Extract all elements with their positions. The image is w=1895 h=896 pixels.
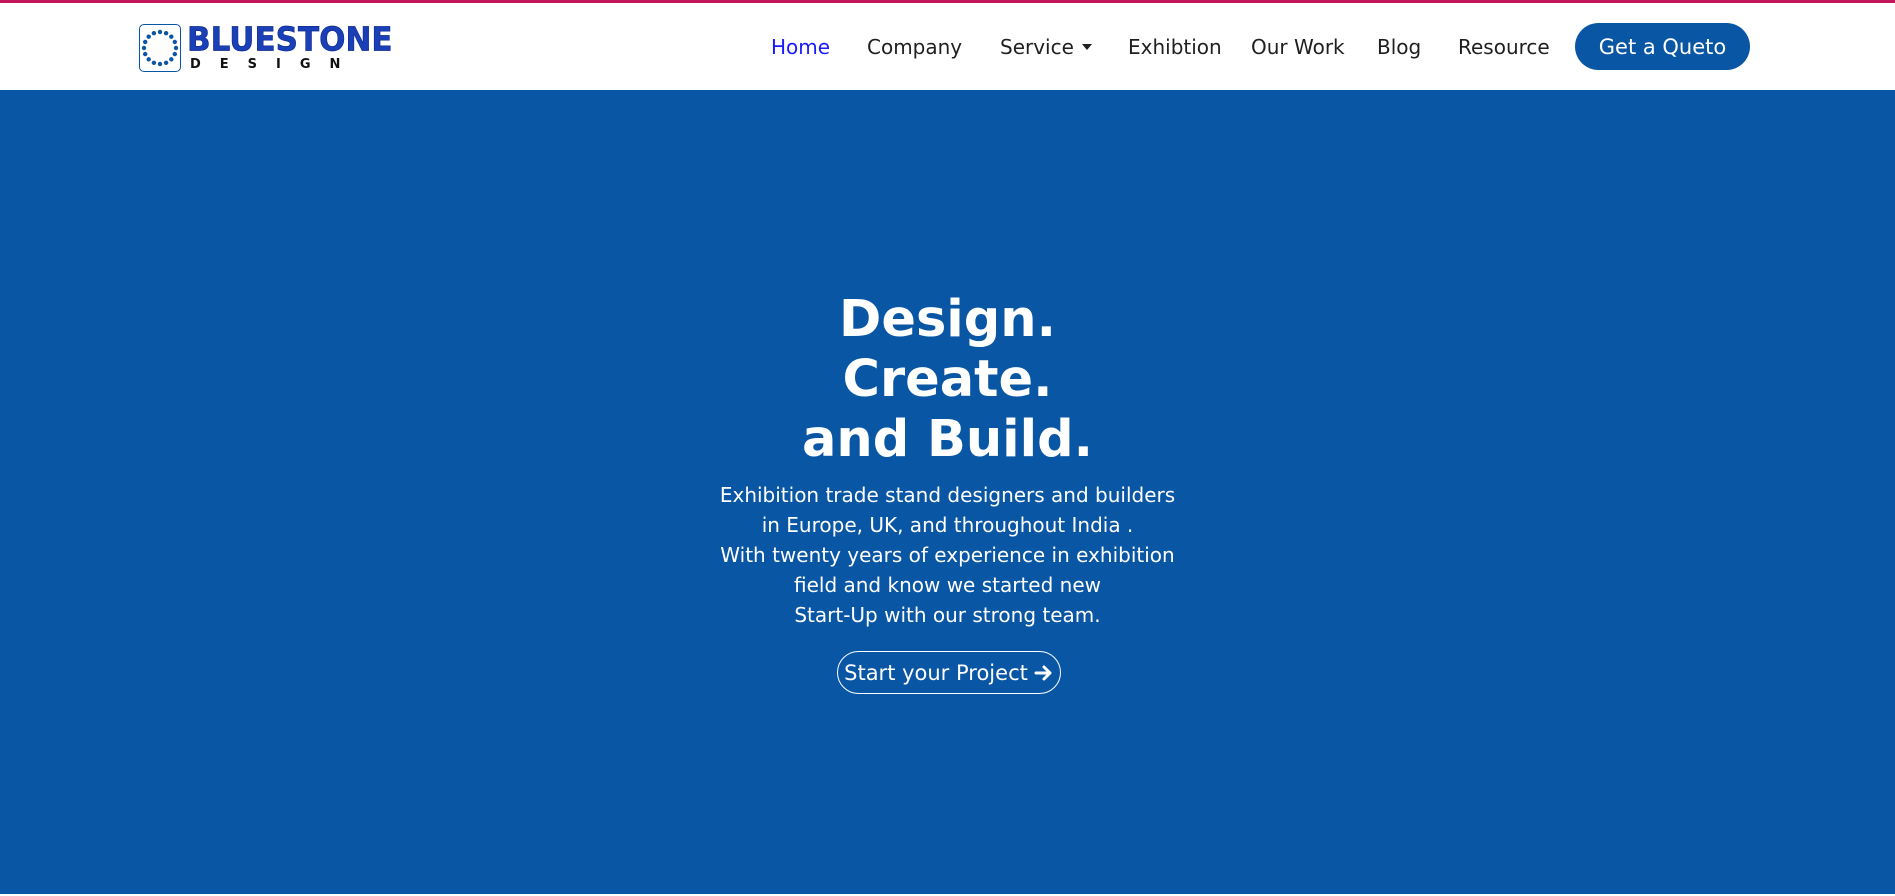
get-quote-button[interactable]: Get a Queto: [1575, 23, 1750, 70]
start-project-button[interactable]: Start your Project: [837, 651, 1061, 694]
hero-description-line: in Europe, UK, and throughout India .: [761, 513, 1134, 537]
start-project-label: Start your Project: [844, 660, 1028, 685]
nav-service[interactable]: Service: [1000, 35, 1092, 59]
hero-section: Design. Create. and Build. Exhibition tr…: [0, 90, 1895, 894]
nav-home[interactable]: Home: [771, 35, 830, 59]
hero-title-line: Create.: [842, 350, 1053, 409]
hero-description-line: field and know we started new: [793, 573, 1101, 597]
caret-down-icon: [1081, 43, 1092, 50]
hero-description-line: With twenty years of experience in exhib…: [720, 543, 1175, 567]
nav-exhibtion[interactable]: Exhibtion: [1128, 35, 1222, 59]
hero-title-line: Design.: [839, 290, 1056, 349]
navbar: BLUESTONE DESIGN Home Company Service Ex…: [0, 3, 1895, 90]
nav-company[interactable]: Company: [867, 35, 962, 59]
hero-title-line: and Build.: [801, 410, 1093, 469]
nav-service-label: Service: [1000, 35, 1074, 59]
nav-resource[interactable]: Resource: [1458, 35, 1550, 59]
hero-description-line: Exhibition trade stand designers and bui…: [719, 483, 1176, 507]
nav-blog[interactable]: Blog: [1377, 35, 1421, 59]
arrow-right-icon: [1034, 664, 1054, 682]
nav-our-work[interactable]: Our Work: [1251, 35, 1345, 59]
hero-description-line: Start-Up with our strong team.: [794, 603, 1101, 627]
